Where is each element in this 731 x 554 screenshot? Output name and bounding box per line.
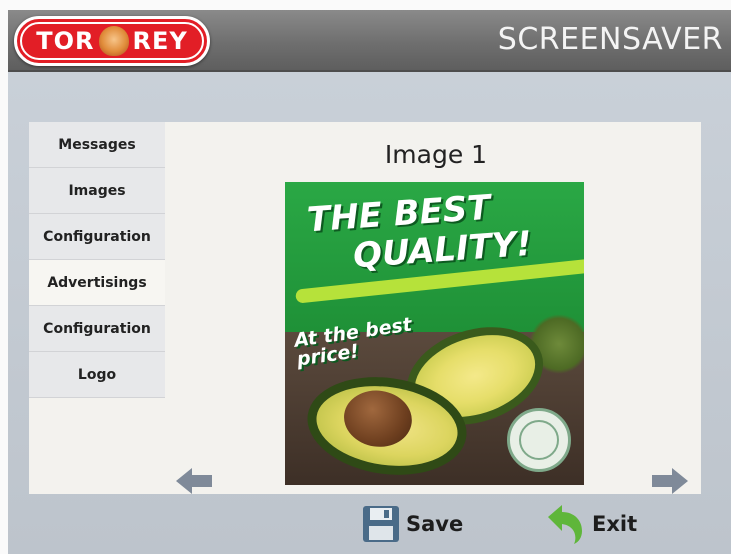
brand-logo: TOR REY (14, 16, 210, 66)
exit-label: Exit (592, 512, 638, 536)
brand-right-text: REY (132, 27, 188, 55)
arrow-left-icon (176, 468, 212, 494)
menu-item-advertisings[interactable]: Advertisings (29, 260, 165, 306)
exit-button[interactable]: Exit (544, 504, 637, 544)
brand-logo-inner: TOR REY (20, 22, 204, 60)
advertising-image: THE BEST QUALITY! At the best price! (285, 182, 584, 485)
menu-item-logo[interactable]: Logo (29, 352, 165, 398)
header-bar: TOR REY SCREENSAVER (8, 10, 731, 72)
menu-item-messages[interactable]: Messages (29, 122, 165, 168)
quality-seal-icon (507, 408, 571, 472)
save-button[interactable]: Save (362, 504, 463, 544)
page-title: SCREENSAVER (497, 22, 723, 57)
previous-image-button[interactable] (176, 466, 214, 500)
brand-left-text: TOR (36, 27, 95, 55)
side-menu: Messages Images Configuration Advertisin… (29, 122, 165, 398)
device-screen: TOR REY SCREENSAVER Messages Images Conf… (0, 0, 731, 554)
arrow-right-icon (652, 468, 688, 494)
return-arrow-icon (548, 505, 582, 544)
menu-item-configuration-2[interactable]: Configuration (29, 306, 165, 352)
save-label: Save (406, 512, 464, 536)
floppy-disk-icon (363, 506, 399, 542)
menu-item-images[interactable]: Images (29, 168, 165, 214)
image-title: Image 1 (384, 140, 488, 169)
next-image-button[interactable] (650, 466, 688, 500)
bull-icon (98, 26, 129, 56)
menu-item-configuration-1[interactable]: Configuration (29, 214, 165, 260)
